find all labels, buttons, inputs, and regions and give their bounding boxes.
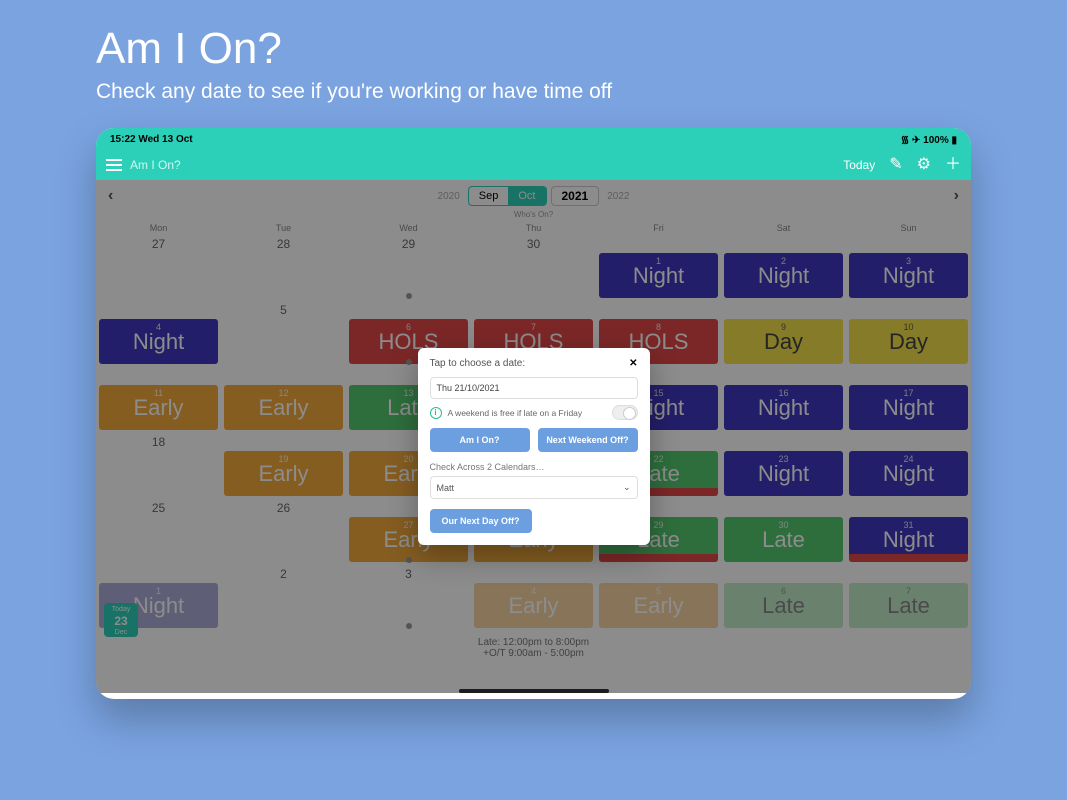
date-input[interactable]: Thu 21/10/2021 — [430, 377, 638, 399]
calendar-select[interactable]: Matt⌄ — [430, 476, 638, 499]
am-i-on-button[interactable]: Am I On? — [430, 428, 530, 452]
today-button[interactable]: Today — [843, 158, 875, 172]
info-icon: i — [430, 407, 442, 419]
am-i-on-modal: Tap to choose a date: ✕ Thu 21/10/2021 i… — [418, 348, 650, 545]
our-next-day-off-button[interactable]: Our Next Day Off? — [430, 509, 532, 533]
app-bar: Am I On? Today ✎ ⚙ ＋ — [96, 150, 971, 180]
app-title: Am I On? — [130, 158, 181, 172]
status-battery: ᯾ ✈︎ 100% ▮ — [901, 132, 957, 146]
menu-icon[interactable] — [106, 159, 122, 171]
weekend-toggle[interactable] — [612, 405, 638, 420]
cross-calendar-label: Check Across 2 Calendars… — [430, 462, 638, 472]
edit-icon[interactable]: ✎ — [889, 157, 902, 173]
hero-title: Am I On? — [96, 24, 971, 74]
status-bar: 15:22 Wed 13 Oct ᯾ ✈︎ 100% ▮ — [96, 128, 971, 150]
next-weekend-off-button[interactable]: Next Weekend Off? — [538, 428, 638, 452]
calendar-area: ‹ 2020 SepOct 2021 2022 › Who's On? MonT… — [96, 180, 971, 693]
hero-subtitle: Check any date to see if you're working … — [96, 80, 971, 104]
status-time: 15:22 Wed 13 Oct — [110, 134, 193, 145]
chevron-down-icon: ⌄ — [623, 482, 631, 493]
weekend-hint: A weekend is free if late on a Friday — [448, 408, 583, 418]
close-icon[interactable]: ✕ — [629, 358, 637, 369]
add-icon[interactable]: ＋ — [945, 157, 961, 173]
tablet-frame: 15:22 Wed 13 Oct ᯾ ✈︎ 100% ▮ Am I On? To… — [96, 128, 971, 699]
modal-title: Tap to choose a date: — [430, 358, 526, 369]
settings-icon[interactable]: ⚙ — [917, 157, 931, 173]
